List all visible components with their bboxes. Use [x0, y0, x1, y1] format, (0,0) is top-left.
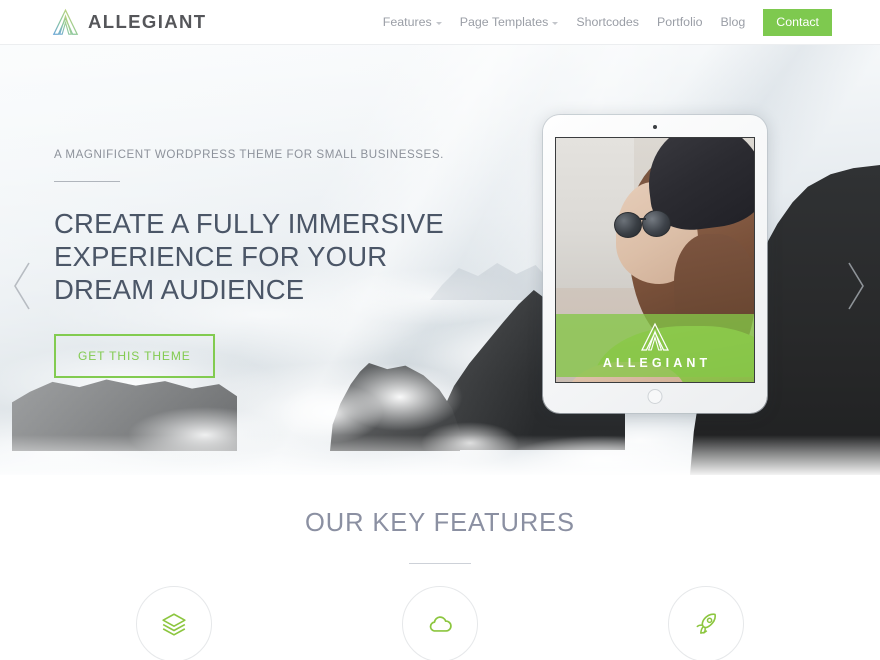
tablet-brand-name: ALLEGIANT — [602, 356, 712, 371]
chevron-left-icon — [14, 262, 30, 310]
allegiant-a-mark-icon — [52, 8, 79, 35]
features-grid — [0, 586, 880, 660]
page-root: ALLEGIANT Features Page Templates Shortc… — [0, 0, 880, 660]
contact-button[interactable]: Contact — [763, 8, 832, 37]
site-header: ALLEGIANT Features Page Templates Shortc… — [0, 0, 880, 45]
nav-label: Blog — [720, 15, 746, 29]
nav-label: Shortcodes — [576, 15, 640, 29]
hero-slider: A MAGNIFICENT WORDPRESS THEME FOR SMALL … — [0, 45, 880, 475]
feature-item-rocket[interactable] — [668, 586, 744, 660]
layers-icon — [162, 613, 186, 636]
nav-label: Portfolio — [657, 15, 703, 29]
camera-dot-icon — [653, 125, 657, 129]
features-heading: OUR KEY FEATURES — [305, 509, 575, 537]
tablet-screen: ALLEGIANT — [555, 137, 755, 383]
nav-item-shortcodes[interactable]: Shortcodes — [567, 0, 648, 45]
photo-sunglasses-right — [642, 210, 671, 237]
carousel-next-button[interactable] — [844, 258, 868, 319]
tablet-brand-band: ALLEGIANT — [556, 314, 754, 377]
cloud-icon — [429, 616, 452, 632]
hero-headline: CREATE A FULLY IMMERSIVE EXPERIENCE FOR … — [54, 208, 444, 305]
feature-item-layers[interactable] — [136, 586, 212, 660]
chevron-down-icon — [552, 22, 559, 25]
get-this-theme-button[interactable]: GET THIS THEME — [54, 334, 215, 378]
chevron-down-icon — [435, 22, 442, 25]
home-button-icon[interactable] — [647, 389, 663, 404]
allegiant-a-mark-icon — [640, 322, 670, 351]
key-features-section: OUR KEY FEATURES — [0, 475, 880, 660]
carousel-prev-button[interactable] — [10, 258, 34, 319]
tablet-device-mockup: ALLEGIANT — [543, 115, 767, 413]
nav-label: Features — [382, 15, 432, 29]
photo-sunglasses-left — [614, 212, 642, 238]
feature-item-cloud[interactable] — [402, 586, 478, 660]
hero-divider — [54, 181, 120, 182]
nav-item-page-templates[interactable]: Page Templates — [451, 0, 568, 45]
nav-label: Page Templates — [459, 15, 549, 29]
photo-sunglasses-bridge — [640, 218, 646, 220]
chevron-right-icon — [848, 262, 864, 310]
brand-name: ALLEGIANT — [88, 10, 207, 32]
nav-item-portfolio[interactable]: Portfolio — [648, 0, 711, 45]
hero-content: A MAGNIFICENT WORDPRESS THEME FOR SMALL … — [54, 148, 484, 378]
hero-eyebrow: A MAGNIFICENT WORDPRESS THEME FOR SMALL … — [54, 148, 444, 161]
nav-item-features[interactable]: Features — [374, 0, 451, 45]
rocket-icon — [696, 613, 717, 634]
nav-item-blog[interactable]: Blog — [711, 0, 754, 45]
main-navigation: Features Page Templates Shortcodes Portf… — [374, 0, 832, 45]
features-divider — [409, 563, 471, 564]
brand-logo[interactable]: ALLEGIANT — [52, 6, 206, 38]
